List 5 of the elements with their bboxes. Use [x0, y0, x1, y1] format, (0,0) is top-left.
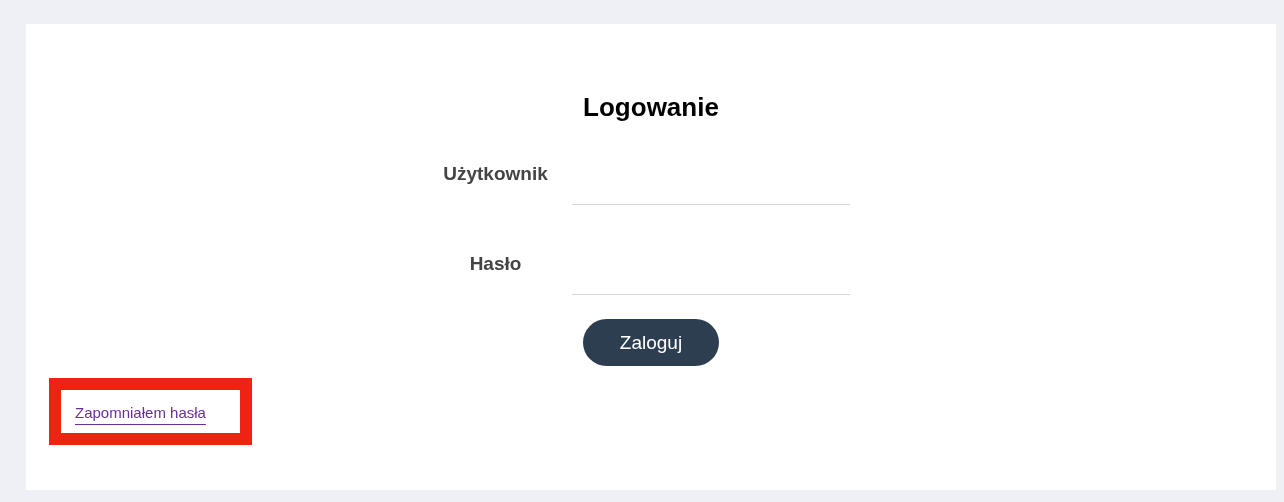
field-label: Hasło [468, 253, 523, 276]
field-label: Użytkownik [442, 163, 549, 186]
page-title: Logowanie [583, 92, 719, 123]
forgot-password-link[interactable]: Zapomniałem hasła [75, 404, 206, 421]
login-button[interactable]: Zaloguj [583, 319, 719, 366]
